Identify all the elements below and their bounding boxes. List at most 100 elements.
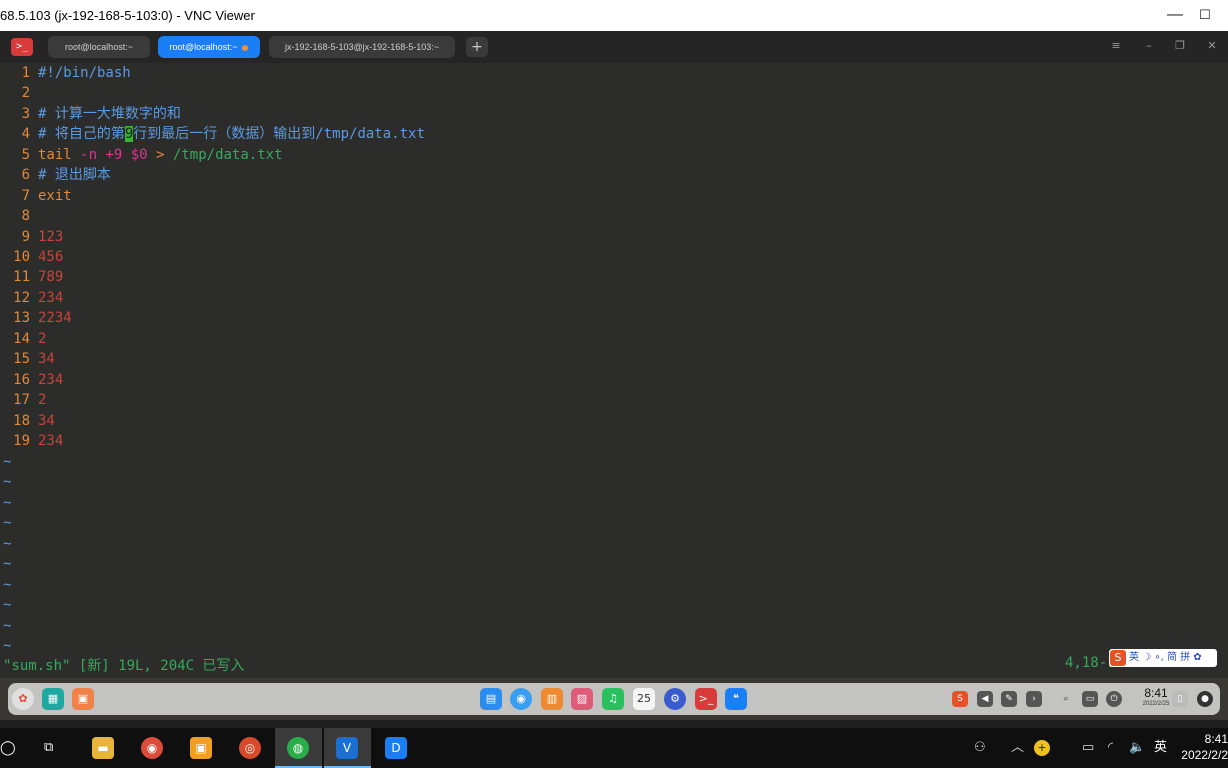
empty-line-tilde: ~	[3, 536, 12, 552]
empty-line-tilde: ~	[3, 577, 12, 593]
window-title: 68.5.103 (jx-192-168-5-103:0) - VNC View…	[0, 8, 255, 23]
trash-icon[interactable]: ▯	[1172, 691, 1188, 707]
battery-icon[interactable]: ▭	[1082, 738, 1094, 758]
code-line: 10 456	[0, 247, 63, 267]
terminal-minimize-button[interactable]: –	[1139, 39, 1159, 52]
comment: # 退出脚本	[38, 167, 111, 183]
workspace-icon[interactable]: ▣	[72, 688, 94, 710]
minimize-button[interactable]: —	[1160, 4, 1190, 26]
chrome-icon[interactable]: ◉	[141, 737, 163, 759]
power-icon[interactable]: ⏻	[1106, 691, 1122, 707]
tab-close-dot-icon[interactable]	[242, 44, 249, 51]
browser-icon[interactable]: ◉	[510, 688, 532, 710]
line-number: 12	[13, 290, 30, 306]
line-number: 6	[21, 167, 30, 183]
line-number: 16	[13, 372, 30, 388]
data-number: 234	[38, 290, 64, 306]
chat-app-icon[interactable]: ❝	[725, 688, 747, 710]
tab-root-localhost-2[interactable]: root@localhost:~	[158, 36, 260, 58]
tool-icon[interactable]: ✎	[1001, 691, 1017, 707]
wechat-icon[interactable]: ◍	[287, 737, 309, 759]
vnc-titlebar: 68.5.103 (jx-192-168-5-103:0) - VNC View…	[0, 0, 1228, 31]
empty-line-tilde: ~	[3, 474, 12, 490]
vm-icon[interactable]: ▣	[190, 737, 212, 759]
terminal-dock-icon[interactable]: >_	[695, 688, 717, 710]
search-icon[interactable]: ⌕	[1058, 691, 1074, 707]
tab-jx-host[interactable]: jx-192-168-5-103@jx-192-168-5-103:~	[269, 36, 455, 58]
data-number: 234	[38, 433, 64, 449]
volume-icon[interactable]: ◀	[977, 691, 993, 707]
empty-line-tilde: ~	[3, 454, 12, 470]
ime-toolbar[interactable]: S英 ☽ ∘, 简 拼 ✿	[1109, 649, 1217, 667]
code-line: 15 34	[0, 349, 55, 369]
system-clock[interactable]: 8:41 2022/2/2	[1178, 731, 1228, 763]
ime-status: 英 ☽ ∘, 简 拼 ✿	[1129, 652, 1202, 663]
show-hidden-icons[interactable]: ︿	[1011, 738, 1024, 758]
line-number: 13	[13, 310, 30, 326]
maximize-button[interactable]: ☐	[1190, 4, 1220, 26]
notification-icon[interactable]: ●	[1197, 691, 1213, 707]
vim-editor[interactable]: 1 #!/bin/bash 2 3 # 计算一大堆数字的和 4 # 将自己的第 9 行到最…	[0, 63, 1228, 678]
line-number: 7	[21, 188, 30, 204]
comment: # 计算一大堆数字的和	[38, 106, 181, 122]
start-search-icon[interactable]: ◯	[0, 738, 16, 758]
code-line: 14 2	[0, 329, 46, 349]
multitask-icon[interactable]: ▦	[42, 688, 64, 710]
wifi-icon[interactable]: ◜	[1108, 738, 1113, 758]
app-icon[interactable]: ◎	[239, 737, 261, 759]
ime-tray-icon[interactable]: S	[952, 691, 968, 707]
app-store-icon[interactable]: ▥	[541, 688, 563, 710]
launcher-icon[interactable]: ✿	[12, 688, 34, 710]
data-number: 123	[38, 229, 64, 245]
deepin-app-icon[interactable]: D	[385, 737, 407, 759]
code-line: 19 234	[0, 431, 63, 451]
line-number: 15	[13, 351, 30, 367]
file-manager-icon[interactable]: ▤	[480, 688, 502, 710]
speaker-icon[interactable]: 🔈	[1129, 738, 1145, 758]
line-number: 5	[21, 147, 30, 163]
expand-arrow-icon[interactable]: ›	[1026, 691, 1042, 707]
terminal-maximize-button[interactable]: ❐	[1170, 39, 1190, 52]
task-view-icon[interactable]: ⧉	[44, 738, 53, 758]
clock-date: 2022/2/2	[1181, 748, 1228, 762]
deepin-dock: ✿ ▦ ▣ ▤ ◉ ▥ ▨ ♫ 25 ⚙ >_ ❝ S ◀ ✎ › ⌕ ▭ ⏻ …	[8, 683, 1220, 715]
person-icon[interactable]: ⚇	[974, 738, 986, 758]
music-icon[interactable]: ♫	[602, 688, 624, 710]
code-line: 4 # 将自己的第9行到最后一行（数据）输出到/tmp/data.txt	[0, 124, 425, 144]
file-explorer-icon[interactable]: ▬	[92, 737, 114, 759]
dock-clock-time[interactable]: 8:41	[1136, 686, 1176, 700]
line-number: 14	[13, 331, 30, 347]
code-line: 1 #!/bin/bash	[0, 63, 131, 83]
add-tab-button[interactable]: +	[466, 37, 488, 57]
input-language[interactable]: 英	[1154, 738, 1167, 758]
path: /tmp/data.txt	[172, 147, 283, 163]
display-icon[interactable]: ▭	[1082, 691, 1098, 707]
code-line: 17 2	[0, 390, 46, 410]
dock-clock-date[interactable]: 2022/2/25	[1136, 701, 1176, 707]
image-viewer-icon[interactable]: ▨	[571, 688, 593, 710]
line-number: 18	[13, 413, 30, 429]
terminal-tabbar: >_ root@localhost:~ root@localhost:~ jx-…	[0, 31, 1228, 63]
terminal-close-button[interactable]: ✕	[1202, 39, 1222, 52]
data-number: 234	[38, 372, 64, 388]
settings-icon[interactable]: ⚙	[664, 688, 686, 710]
vnc-viewer-icon[interactable]: V	[336, 737, 358, 759]
shebang: #!/bin/bash	[38, 65, 131, 81]
terminal-app-icon[interactable]: >_	[11, 38, 33, 56]
security-icon[interactable]: +	[1034, 740, 1050, 756]
vim-status-message: "sum.sh" [新] 19L, 204C 已写入	[3, 658, 245, 674]
windows-taskbar: ◯ ⧉ ▬ ◉ ▣ ◎ ◍ V D ⚇ ︿ + ▭ ◜ 🔈 英 8:41 202…	[0, 728, 1228, 768]
calendar-icon[interactable]: 25	[633, 688, 655, 710]
empty-line-tilde: ~	[3, 515, 12, 531]
line-number: 2	[21, 85, 30, 101]
clock-time: 8:41	[1204, 732, 1228, 746]
keyword: exit	[38, 188, 72, 204]
command-flag: -n +9	[80, 147, 123, 163]
code-line: 6 # 退出脚本	[0, 165, 111, 185]
sogou-logo-icon: S	[1110, 650, 1126, 666]
tab-root-localhost-1[interactable]: root@localhost:~	[48, 36, 150, 58]
code-line: 12 234	[0, 288, 63, 308]
menu-icon[interactable]: ≡	[1106, 39, 1126, 52]
line-number: 11	[13, 269, 30, 285]
tab-label: jx-192-168-5-103@jx-192-168-5-103:~	[285, 42, 439, 52]
